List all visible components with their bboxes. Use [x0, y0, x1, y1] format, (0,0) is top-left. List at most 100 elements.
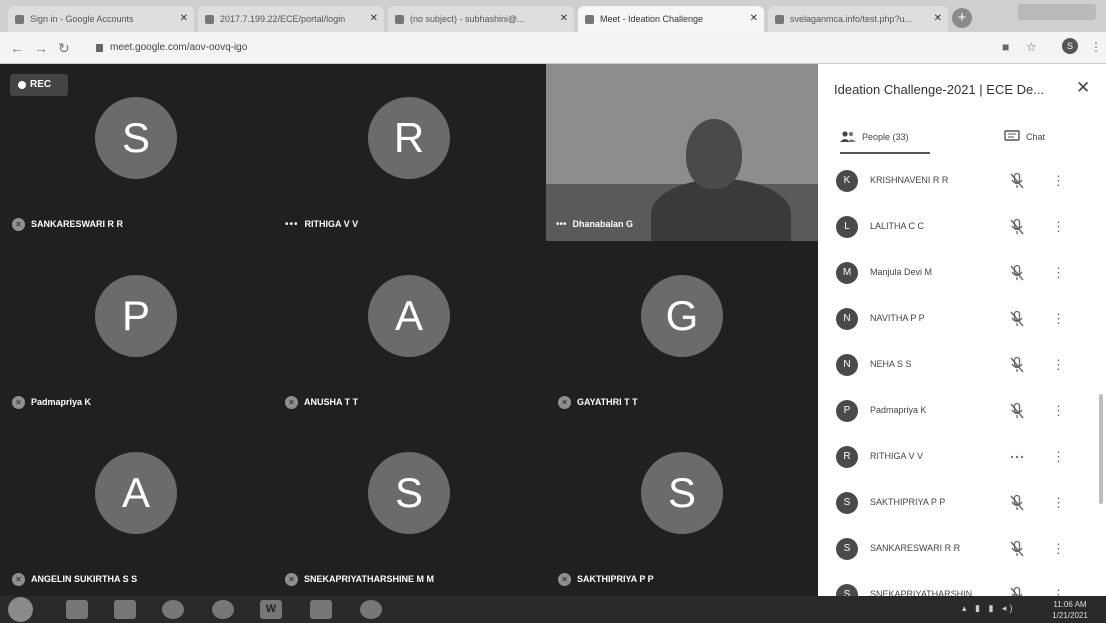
more-options-icon[interactable]: ⋮ [1052, 495, 1065, 511]
profile-avatar[interactable]: S [1062, 38, 1078, 54]
participant-row[interactable]: S SANKARESWARI R R ⋮ [818, 528, 1096, 574]
more-options-icon[interactable]: ⋮ [1052, 357, 1065, 373]
star-icon[interactable]: ☆ [1026, 40, 1037, 54]
mail-icon[interactable] [310, 600, 332, 619]
participant-avatar: M [836, 262, 858, 284]
participant-avatar: P [836, 400, 858, 422]
more-options-icon[interactable]: ⋮ [1052, 265, 1065, 281]
participant-tile[interactable]: S ✕ SNEKAPRIYATHARSHINE M M [273, 419, 545, 596]
start-button[interactable] [8, 597, 33, 622]
more-options-icon[interactable]: ⋮ [1052, 219, 1065, 235]
more-options-icon[interactable]: ⋮ [1052, 587, 1065, 596]
participant-name: SAKTHIPRIYA P P [577, 574, 654, 584]
back-arrow-icon[interactable]: ← [10, 40, 24, 56]
firefox-icon[interactable] [212, 600, 234, 619]
participant-tile[interactable]: R ••• RITHIGA V V [273, 64, 545, 241]
audio-activity-icon: ••• [556, 218, 567, 230]
url-field[interactable]: meet.google.com/aov-oovq-igo [96, 38, 996, 58]
participant-row[interactable]: N NEHA S S ⋮ [818, 344, 1096, 390]
participant-name: LALITHA C C [870, 221, 925, 231]
browser-tab[interactable]: svelaganmca.info/test.php?u... ✕ [768, 6, 948, 32]
more-options-icon[interactable]: ⋮ [1052, 449, 1065, 465]
mic-off-icon[interactable] [1010, 586, 1024, 596]
mic-off-icon[interactable] [1010, 356, 1024, 374]
mic-off-icon[interactable] [1010, 402, 1024, 420]
more-options-icon[interactable]: ⋮ [1052, 541, 1065, 557]
tab-close-icon[interactable]: ✕ [560, 6, 568, 32]
participant-row[interactable]: M Manjula Devi M ⋮ [818, 252, 1096, 298]
tile-name-row: ••• RITHIGA V V [285, 217, 358, 231]
mic-off-icon: ✕ [12, 572, 25, 586]
tab-close-icon[interactable]: ✕ [180, 6, 188, 32]
participant-name: Manjula Devi M [870, 267, 933, 277]
tab-label: 2017.7.199.22/ECE/portal/login [220, 14, 346, 24]
camera-icon[interactable]: ■ [1002, 40, 1009, 54]
tab-close-icon[interactable]: ✕ [750, 6, 758, 32]
mic-off-icon[interactable] [1010, 218, 1024, 236]
participant-row[interactable]: N NAVITHA P P ⋮ [818, 298, 1096, 344]
system-tray[interactable]: ▴ ▮ ▮ ◂) [962, 603, 1015, 614]
tile-name-row: ✕ GAYATHRI T T [558, 395, 638, 409]
menu-dots-icon[interactable]: ⋮ [1090, 40, 1102, 54]
browser-tab[interactable]: 2017.7.199.22/ECE/portal/login ✕ [198, 6, 384, 32]
participant-row[interactable]: S SAKTHIPRIYA P P ⋮ [818, 482, 1096, 528]
more-options-icon[interactable]: ⋮ [1052, 403, 1065, 419]
media-player-icon[interactable] [114, 600, 136, 619]
audio-activity-icon: ••• [285, 218, 299, 230]
participant-row[interactable]: L LALITHA C C ⋮ [818, 206, 1096, 252]
close-icon[interactable]: ✕ [1076, 78, 1090, 98]
tile-name-row: ✕ Padmapriya K [12, 395, 91, 409]
participant-tile[interactable]: G ✕ GAYATHRI T T [546, 242, 818, 419]
participant-name: ANGELIN SUKIRTHA S S [31, 574, 138, 584]
tab-people[interactable]: People (33) [840, 128, 909, 146]
tile-name-row: ✕ SANKARESWARI R R [12, 217, 123, 231]
paint-icon[interactable] [360, 600, 382, 619]
tab-close-icon[interactable]: ✕ [934, 6, 942, 32]
mic-off-icon[interactable] [1010, 264, 1024, 282]
participant-tile[interactable]: S ✕ SANKARESWARI R R [0, 64, 272, 241]
chrome-icon[interactable] [162, 600, 184, 619]
word-icon[interactable]: W [260, 600, 282, 619]
participant-row[interactable]: S SNEKAPRIYATHARSHIN... ⋮ [818, 574, 1096, 596]
participant-avatar: A [368, 275, 450, 357]
more-options-icon[interactable]: ⋮ [1052, 311, 1065, 327]
participant-avatar: N [836, 354, 858, 376]
browser-tab[interactable]: Sign in - Google Accounts ✕ [8, 6, 194, 32]
participant-name: Padmapriya K [31, 397, 92, 407]
participant-name: GAYATHRI T T [577, 397, 638, 407]
participant-list[interactable]: K KRISHNAVENI R R ⋮ L LALITHA C C ⋮ M Manjula D… [818, 160, 1096, 596]
forward-arrow-icon[interactable]: → [34, 40, 48, 56]
browser-tab-active[interactable]: Meet - Ideation Challenge ✕ [578, 6, 764, 32]
browser-tab[interactable]: (no subject) - subhashini@... ✕ [388, 6, 574, 32]
participant-name: SAKTHIPRIYA P P [870, 497, 946, 507]
new-tab-button[interactable]: + [952, 8, 972, 28]
participant-tile[interactable]: A ✕ ANGELIN SUKIRTHA S S [0, 419, 272, 596]
people-icon [840, 131, 856, 142]
participant-avatar: R [368, 97, 450, 179]
tab-close-icon[interactable]: ✕ [370, 6, 378, 32]
mic-off-icon[interactable] [1010, 172, 1024, 190]
mic-off-icon[interactable] [1010, 494, 1024, 512]
meeting-stage: REC S ✕ SANKARESWARI R R R ••• RITHIGA V… [0, 64, 818, 596]
participant-tile[interactable]: S ✕ SAKTHIPRIYA P P [546, 419, 818, 596]
mic-off-icon[interactable] [1010, 310, 1024, 328]
participant-row[interactable]: R RITHIGA V V ⋮ [818, 436, 1096, 482]
mic-off-icon[interactable] [1010, 540, 1024, 558]
more-options-icon[interactable]: ⋮ [1052, 173, 1065, 189]
tile-name-row: ✕ SAKTHIPRIYA P P [558, 572, 654, 586]
participant-row[interactable]: P Padmapriya K ⋮ [818, 390, 1096, 436]
participant-tile[interactable]: P ✕ Padmapriya K [0, 242, 272, 419]
scrollbar[interactable] [1099, 394, 1103, 504]
window-controls[interactable] [1018, 4, 1096, 20]
reload-icon[interactable]: ↻ [58, 40, 70, 57]
clock[interactable]: 11:06 AM 1/21/2021 [1040, 599, 1100, 621]
participant-row[interactable]: K KRISHNAVENI R R ⋮ [818, 160, 1096, 206]
audio-activity-icon[interactable] [1010, 448, 1024, 466]
explorer-icon[interactable] [66, 600, 88, 619]
participant-tile[interactable]: A ✕ ANUSHA T T [273, 242, 545, 419]
tab-label: svelaganmca.info/test.php?u... [790, 14, 913, 24]
page-favicon-icon [205, 15, 214, 24]
gmail-favicon-icon [395, 15, 404, 24]
tab-chat[interactable]: Chat [1004, 128, 1045, 146]
video-tile[interactable]: ••• Dhanabalan G [546, 64, 818, 241]
